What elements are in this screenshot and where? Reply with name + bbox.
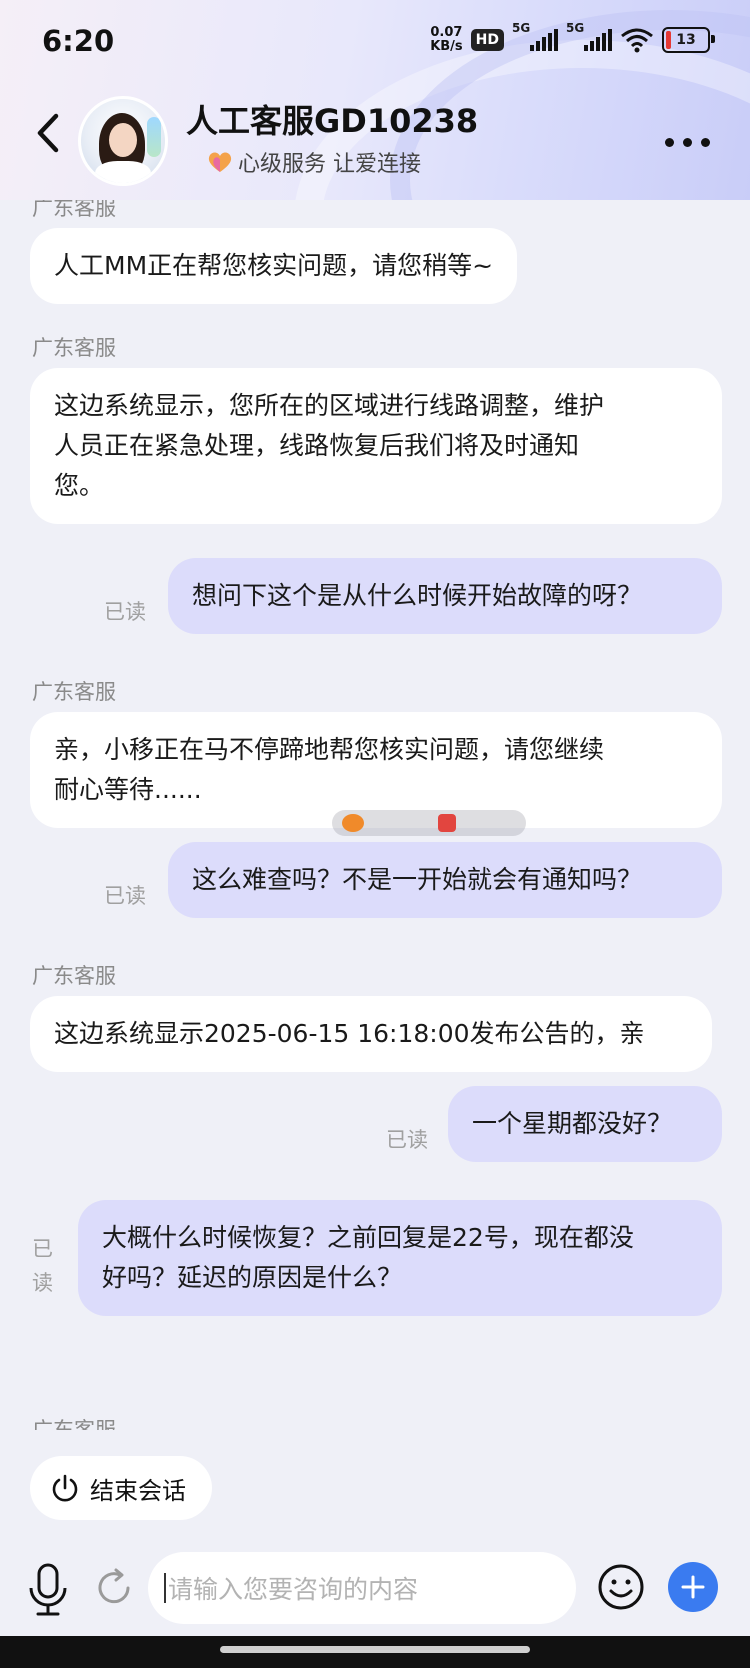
header-subtitle-text: 心级服务 让爱连接 [238, 152, 421, 177]
message-bubble-outgoing[interactable]: 这么难查吗？不是一开始就会有通知吗？ [168, 842, 722, 918]
sender-label: 广东客服 [32, 680, 116, 704]
message-input-placeholder: 请输入您要咨询的内容 [168, 1575, 419, 1604]
refresh-icon[interactable] [92, 1566, 136, 1610]
message-bubble-outgoing[interactable]: 一个星期都没好？ [448, 1086, 722, 1162]
network-speed: 0.07 KB/s [430, 26, 462, 54]
signal-label: 5G [512, 21, 531, 35]
signal-icon: 5G [566, 21, 612, 51]
heart-hands-icon [208, 152, 232, 172]
message-text-line: 人员正在紧急处理，线路恢复后我们将及时通知 [54, 431, 580, 460]
power-icon [52, 1474, 78, 1502]
emoji-icon[interactable] [596, 1562, 646, 1612]
clock: 6:20 [42, 24, 115, 58]
logo-icon [342, 814, 364, 832]
message-text-line: 大概什么时候恢复？之前回复是22号，现在都没 [102, 1223, 634, 1252]
status-icons: 0.07 KB/s HD 5G 5G 13 [430, 21, 715, 54]
end-session-label: 结束会话 [90, 1476, 186, 1505]
message-text: 一个星期都没好？ [472, 1109, 673, 1138]
battery-level: 13 [676, 32, 696, 48]
more-horizontal-icon[interactable] [665, 138, 710, 147]
logo-icon [438, 814, 456, 832]
header-subtitle: 心级服务 让爱连接 [206, 146, 421, 178]
text-caret [164, 1573, 166, 1603]
microphone-icon[interactable] [26, 1562, 70, 1618]
message-bubble-incoming[interactable]: 人工MM正在帮您核实问题，请您稍等~ [30, 228, 518, 304]
end-session-button[interactable]: 结束会话 [30, 1456, 212, 1520]
message-text-line: 亲，小移正在马不停蹄地帮您核实问题，请您继续 [54, 735, 605, 764]
sender-label: 广东客服 [32, 1418, 116, 1430]
read-status: 已读 [104, 884, 146, 908]
message-bubble-outgoing[interactable]: 想问下这个是从什么时候开始故障的呀？ [168, 558, 722, 634]
sender-label: 广东客服 [32, 336, 116, 360]
read-status: 已读 [386, 1128, 428, 1152]
signal-label: 5G [566, 21, 585, 35]
message-text-line: 这边系统显示，您所在的区域进行线路调整，维护 [54, 391, 605, 420]
read-status: 已 读 [32, 1232, 53, 1300]
message-text-line: 您。 [54, 471, 105, 500]
read-status-line: 已 [32, 1237, 53, 1261]
watermark [332, 810, 526, 836]
signal-icon: 5G [512, 21, 558, 51]
message-text-line: 好吗？延迟的原因是什么？ [102, 1263, 403, 1292]
message-text: 这么难查吗？不是一开始就会有通知吗？ [192, 865, 643, 894]
read-status: 已读 [104, 600, 146, 624]
message-text: 想问下这个是从什么时候开始故障的呀？ [192, 581, 643, 610]
message-text-line: 耐心等待...... [54, 775, 202, 804]
avatar[interactable] [78, 96, 168, 186]
message-input[interactable]: 请输入您要咨询的内容 [148, 1552, 576, 1624]
chat-header: 6:20 0.07 KB/s HD 5G 5G 13 人工客服GD10238 心… [0, 0, 750, 200]
message-bubble-incoming[interactable]: 这边系统显示2025-06-15 16:18:00发布公告的，亲 [30, 996, 712, 1072]
sender-label: 广东客服 [32, 200, 116, 220]
chevron-left-icon[interactable] [30, 108, 70, 158]
hd-icon: HD [470, 29, 504, 51]
read-status-line: 读 [32, 1271, 53, 1295]
wifi-icon [621, 28, 653, 53]
message-bubble-incoming[interactable]: 这边系统显示，您所在的区域进行线路调整，维护 人员正在紧急处理，线路恢复后我们将… [30, 368, 722, 524]
message-text: 这边系统显示2025-06-15 16:18:00发布公告的，亲 [54, 1019, 645, 1048]
page-title: 人工客服GD10238 [186, 102, 479, 140]
battery-icon: 13 [662, 27, 715, 53]
message-list[interactable]: 广东客服 人工MM正在帮您核实问题，请您稍等~ 广东客服 这边系统显示，您所在的… [0, 200, 750, 1430]
plus-icon[interactable] [668, 1562, 718, 1612]
status-bar: 6:20 0.07 KB/s HD 5G 5G 13 [0, 0, 750, 88]
home-indicator[interactable] [0, 1636, 750, 1668]
message-text: 人工MM正在帮您核实问题，请您稍等~ [54, 251, 494, 280]
network-speed-value: 0.07 [430, 25, 463, 40]
sender-label: 广东客服 [32, 964, 116, 988]
message-bubble-outgoing[interactable]: 大概什么时候恢复？之前回复是22号，现在都没 好吗？延迟的原因是什么？ [78, 1200, 722, 1316]
network-speed-unit: KB/s [430, 39, 463, 54]
